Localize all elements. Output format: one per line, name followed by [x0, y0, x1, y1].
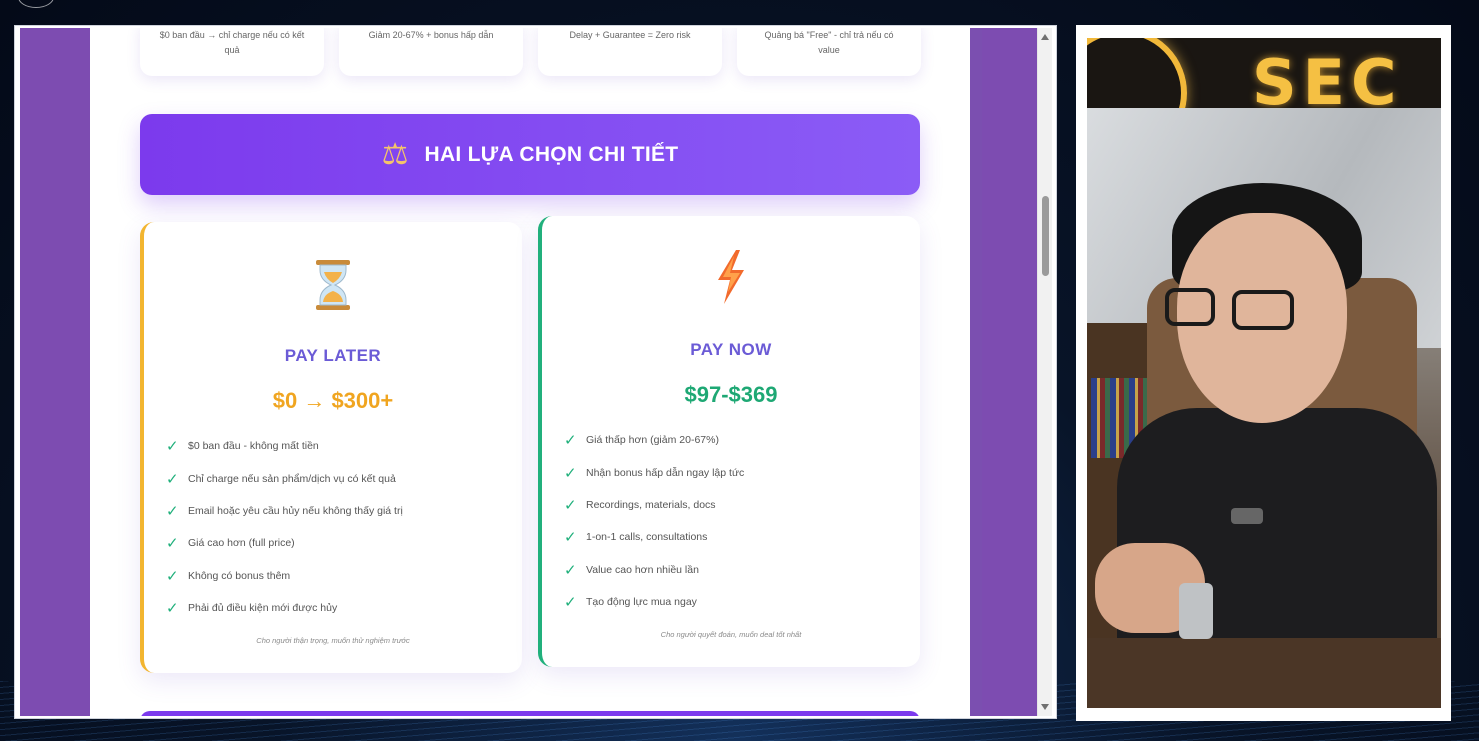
- feature-card-text: $0 ban đầu → chỉ charge nếu có kết: [159, 30, 305, 40]
- feature-card: $0 ban đầu → chỉ charge nếu có kết quả: [140, 28, 324, 76]
- list-item: ✓ Không có bonus thêm: [166, 560, 506, 592]
- option-note: Cho người thận trọng, muốn thử nghiệm tr…: [256, 636, 410, 645]
- feature-text: $0 ban đầu - không mất tiền: [188, 440, 319, 453]
- webcam-desk: [1087, 638, 1441, 708]
- feature-card-text: Delay + Guarantee = Zero risk: [569, 30, 691, 40]
- list-item: ✓ Chỉ charge nếu sản phẩm/dịch vụ có kết …: [166, 462, 506, 494]
- checkmark-icon: ✓: [166, 535, 179, 553]
- option-price: $0 → $300+: [272, 388, 394, 413]
- checkmark-icon: ✓: [166, 438, 179, 456]
- scroll-down-arrow-icon[interactable]: [1041, 704, 1049, 710]
- feature-text: Tạo động lực mua ngay: [586, 596, 697, 609]
- next-section-banner: [140, 711, 920, 716]
- feature-text: Email hoặc yêu cầu hủy nếu không thấy gi…: [188, 504, 403, 517]
- hourglass-icon: [316, 260, 350, 310]
- list-item: ✓ Giá thấp hơn (giảm 20-67%): [564, 424, 904, 456]
- feature-text: Chỉ charge nếu sản phẩm/dịch vụ có kết q…: [188, 472, 396, 485]
- feature-card: Quảng bá "Free" - chỉ trả nếu có value: [737, 28, 921, 76]
- list-item: ✓ 1-on-1 calls, consultations: [564, 521, 904, 553]
- checkmark-icon: ✓: [564, 432, 577, 450]
- checkmark-icon: ✓: [564, 496, 577, 514]
- scroll-up-arrow-icon[interactable]: [1041, 34, 1049, 40]
- vertical-scrollbar[interactable]: [1037, 28, 1052, 716]
- feature-list: ✓ Giá thấp hơn (giảm 20-67%) ✓ Nhận bonus …: [564, 424, 904, 618]
- option-name: PAY LATER: [284, 346, 382, 365]
- section-title: HAI LỰA CHỌN CHI TIẾT: [424, 142, 679, 166]
- page-content: $0 ban đầu → chỉ charge nếu có kết quả G…: [90, 28, 970, 716]
- pay-now-card[interactable]: PAY NOW $97-$369 ✓ Giá thấp hơn (giảm 20-…: [538, 216, 920, 667]
- checkmark-icon: ✓: [564, 594, 577, 612]
- browser-window: $0 ban đầu → chỉ charge nếu có kết quả G…: [14, 25, 1057, 719]
- list-item: ✓ Nhận bonus hấp dẫn ngay lập tức: [564, 456, 904, 488]
- glasses-icon: [1165, 288, 1215, 326]
- checkmark-icon: ✓: [564, 529, 577, 547]
- checkmark-icon: ✓: [564, 464, 577, 482]
- feature-card-text: value: [818, 45, 840, 55]
- option-note: Cho người quyết đoán, muốn deal tốt nhất: [660, 630, 802, 639]
- watch-icon: [1179, 583, 1213, 639]
- webcam-frame: SEC: [1076, 25, 1451, 721]
- pay-later-card[interactable]: PAY LATER $0 → $300+ ✓ $0 ban đầu - không…: [140, 222, 522, 673]
- feature-card: Giảm 20-67% + bonus hấp dẫn: [339, 28, 523, 76]
- feature-text: Giá cao hơn (full price): [188, 537, 295, 550]
- circle-icon: [18, 0, 54, 8]
- checkmark-icon: ✓: [166, 502, 179, 520]
- list-item: ✓ Email hoặc yêu cầu hủy nếu không thấy g…: [166, 495, 506, 527]
- feature-text: Nhận bonus hấp dẫn ngay lập tức: [586, 466, 745, 479]
- list-item: ✓ Recordings, materials, docs: [564, 489, 904, 521]
- option-name: PAY NOW: [690, 340, 772, 359]
- scrollbar-thumb[interactable]: [1042, 196, 1049, 276]
- feature-text: Value cao hơn nhiều lần: [586, 563, 699, 576]
- webcam-video: SEC: [1087, 38, 1441, 708]
- feature-list: ✓ $0 ban đầu - không mất tiền ✓ Chỉ charge…: [166, 430, 506, 624]
- list-item: ✓ Giá cao hơn (full price): [166, 527, 506, 559]
- lightning-bolt-icon: [718, 250, 744, 304]
- section-banner: ⚖ HAI LỰA CHỌN CHI TIẾT: [140, 114, 920, 195]
- feature-card-text: quả: [224, 45, 240, 55]
- page-viewport[interactable]: $0 ban đầu → chỉ charge nếu có kết quả G…: [20, 28, 1052, 716]
- checkmark-icon: ✓: [166, 470, 179, 488]
- feature-text: Giá thấp hơn (giảm 20-67%): [586, 434, 719, 447]
- feature-text: Recordings, materials, docs: [586, 498, 716, 511]
- glasses-icon: [1232, 290, 1294, 330]
- list-item: ✓ Phải đủ điều kiện mới được hủy: [166, 592, 506, 624]
- feature-card-text: Giảm 20-67% + bonus hấp dẫn: [368, 30, 494, 40]
- checkmark-icon: ✓: [166, 567, 179, 585]
- checkmark-icon: ✓: [166, 600, 179, 618]
- list-item: ✓ Value cao hơn nhiều lần: [564, 554, 904, 586]
- list-item: ✓ $0 ban đầu - không mất tiền: [166, 430, 506, 462]
- page-margin-left: [20, 28, 90, 716]
- feature-text: Không có bonus thêm: [188, 569, 291, 582]
- list-item: ✓ Tạo động lực mua ngay: [564, 586, 904, 618]
- feature-text: Phải đủ điều kiện mới được hủy: [188, 602, 338, 615]
- feature-text: 1-on-1 calls, consultations: [586, 531, 708, 544]
- feature-card-text: Quảng bá "Free" - chỉ trả nếu có: [764, 30, 894, 40]
- balance-scale-icon: ⚖: [381, 137, 409, 171]
- option-price: $97-$369: [684, 382, 778, 407]
- microphone-icon: [1231, 508, 1263, 524]
- feature-card: Delay + Guarantee = Zero risk: [538, 28, 722, 76]
- checkmark-icon: ✓: [564, 561, 577, 579]
